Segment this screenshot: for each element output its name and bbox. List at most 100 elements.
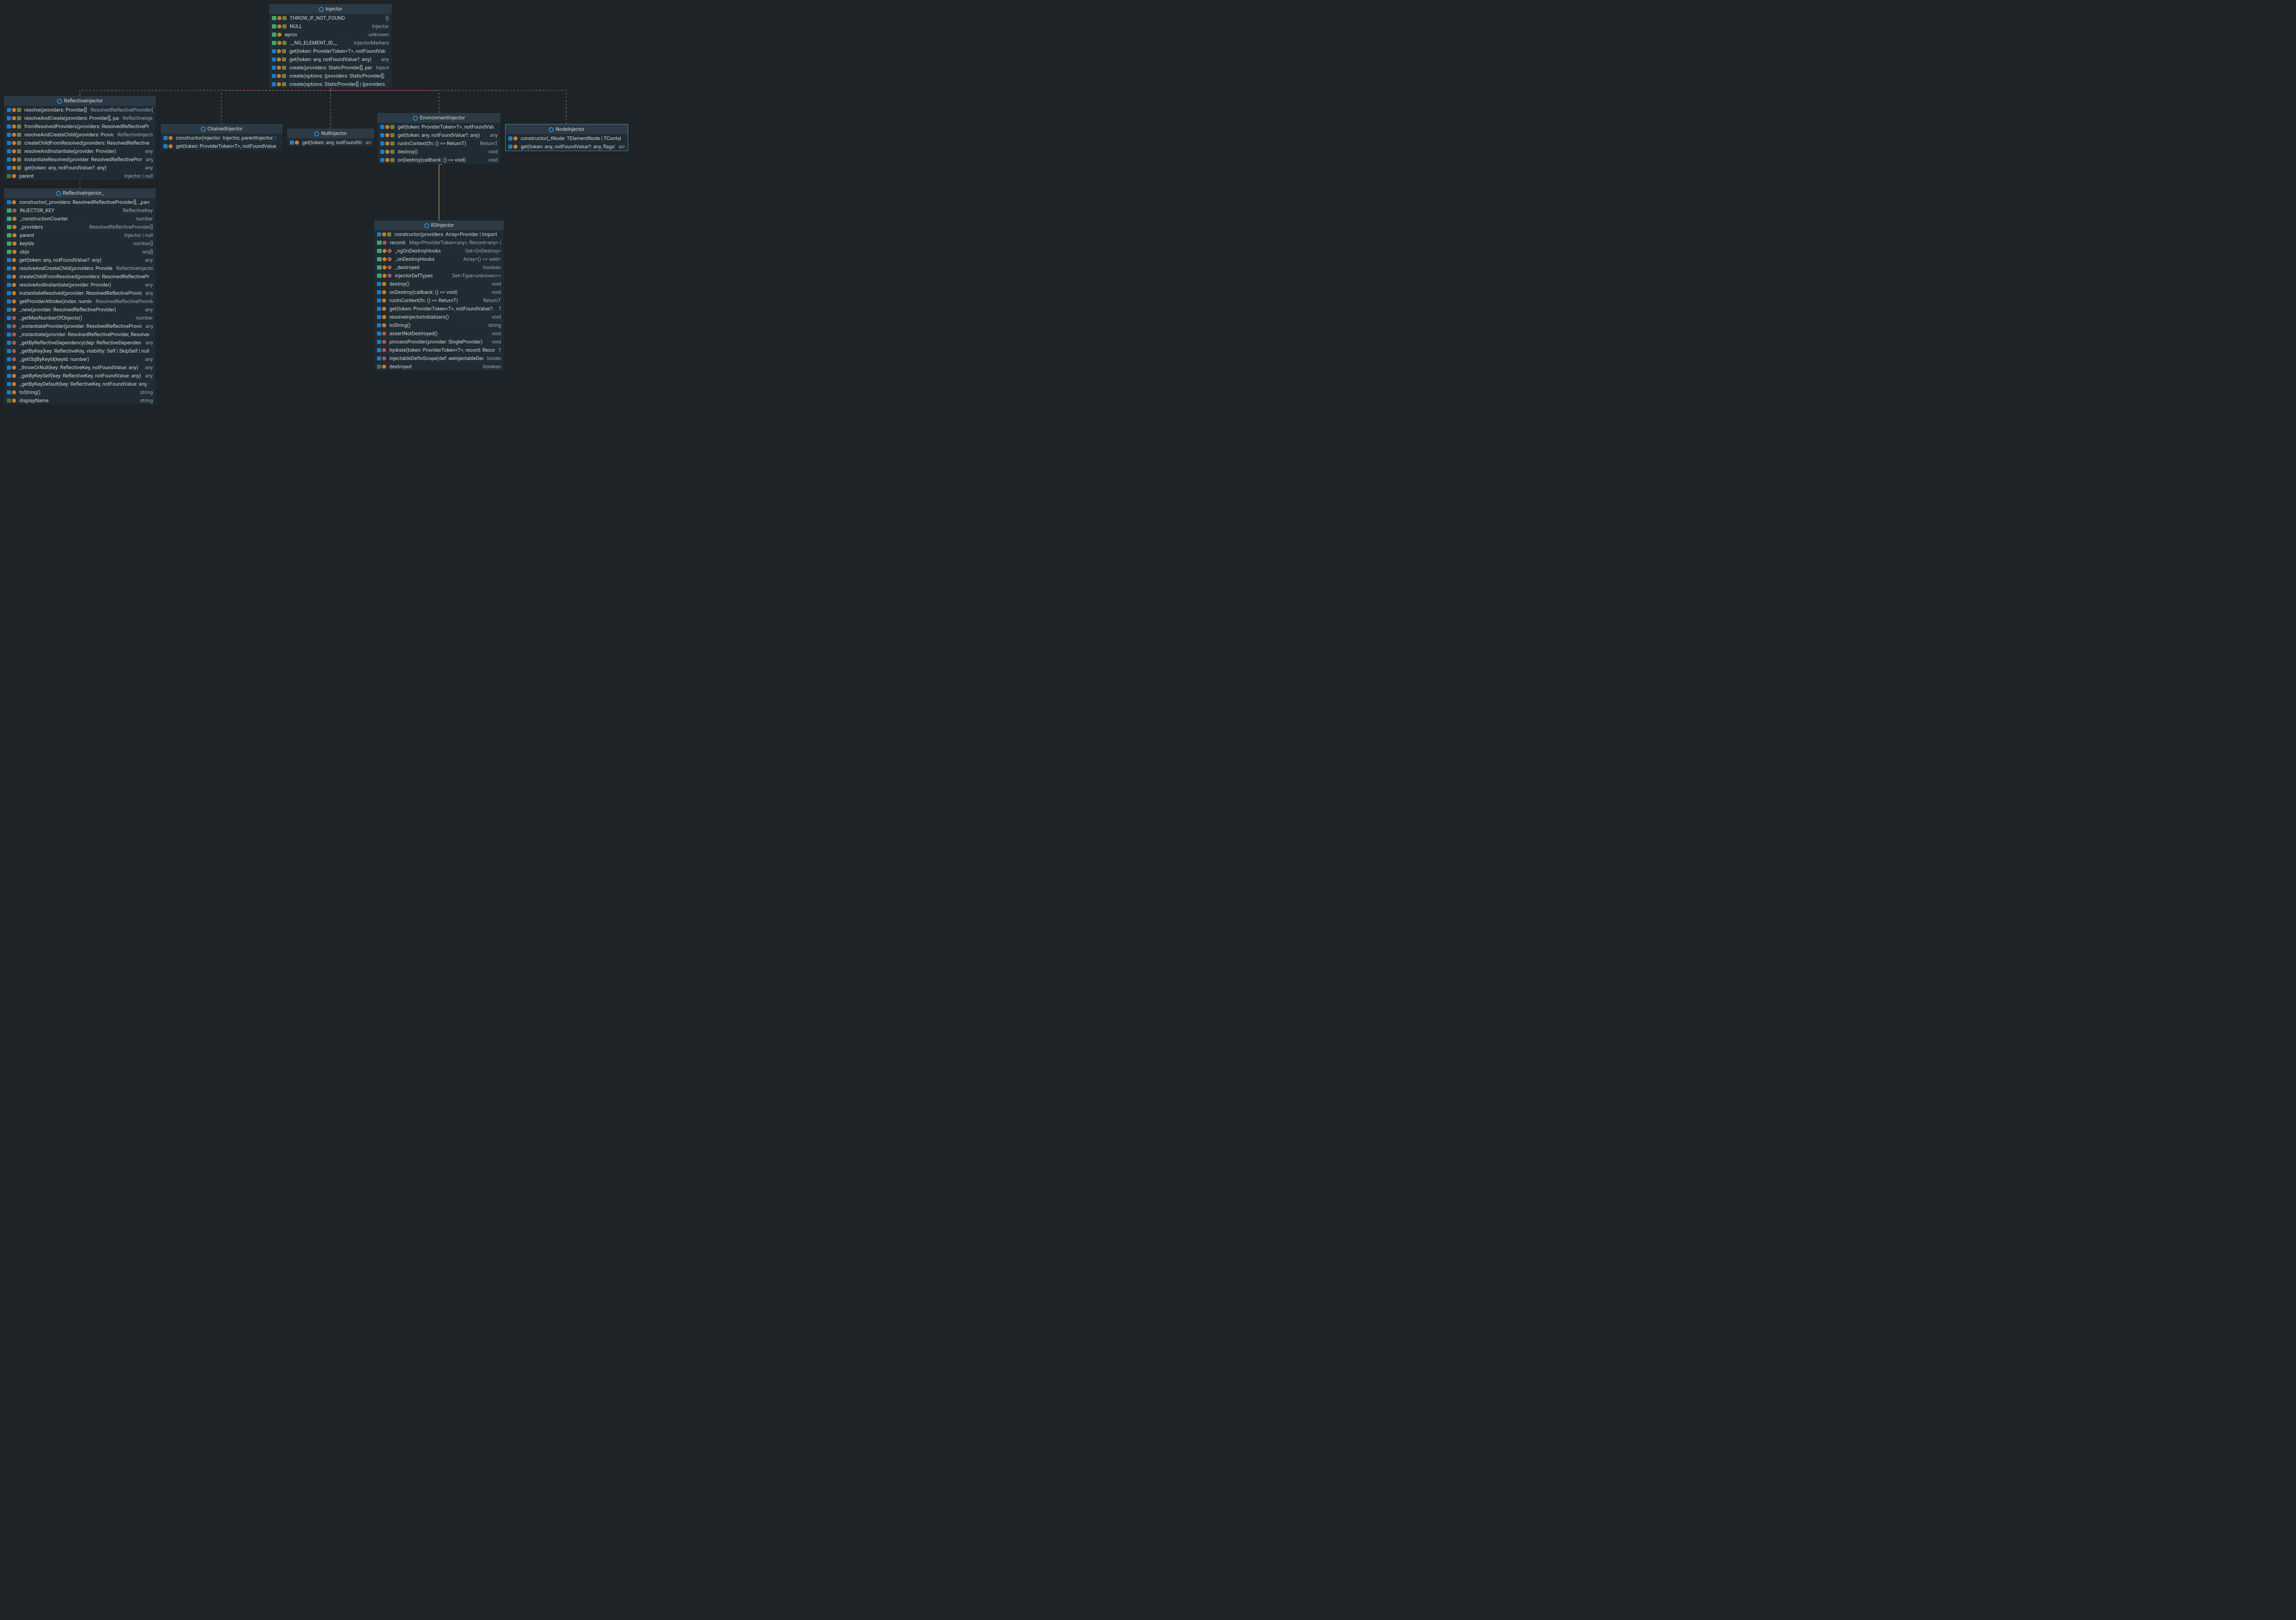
- class-title[interactable]: R3Injector: [374, 220, 504, 230]
- class-member-row[interactable]: onDestroy(callback: () => void)void: [377, 156, 501, 164]
- uml-canvas[interactable]: InjectorTHROW_IF_NOT_FOUND{}NULLInjector…: [0, 0, 630, 402]
- class-member-row[interactable]: runInContext(fn: () => ReturnT)ReturnT: [374, 296, 504, 304]
- class-member-row[interactable]: constructor(_tNode: TElementNode | TCont…: [506, 134, 628, 142]
- class-member-row[interactable]: createChildFromResolved(providers: Resol…: [4, 272, 156, 281]
- class-member-row[interactable]: get(token: ProviderToken<T>, notFoundVal…: [377, 123, 501, 131]
- class-member-row[interactable]: resolveAndCreateChild(providers: Provide…: [4, 264, 156, 272]
- class-member-row[interactable]: get(token: ProviderToken<T>, notFoundVal…: [374, 304, 504, 313]
- class-member-row[interactable]: get(token: any, notFoundValue?: any)any: [4, 163, 156, 172]
- class-title[interactable]: NodeInjector: [506, 124, 628, 134]
- class-member-row[interactable]: assertNotDestroyed()void: [374, 329, 504, 338]
- class-member-row[interactable]: _getByKeyDefault(key: ReflectiveKey, not…: [4, 380, 156, 388]
- class-member-row[interactable]: get(token: any, notFoundValue?: any)any: [377, 131, 501, 139]
- class-box-ReflectiveInjector_[interactable]: ReflectiveInjector_constructor(_provider…: [4, 188, 156, 405]
- class-member-row[interactable]: _instantiateProvider(provider: ResolvedR…: [4, 322, 156, 330]
- class-member-row[interactable]: constructor(_providers: ResolvedReflecti…: [4, 198, 156, 206]
- class-member-row[interactable]: create(providers: StaticProvider[], pare…: [269, 63, 392, 72]
- class-member-row[interactable]: runInContext(fn: () => ReturnT)ReturnT: [377, 139, 501, 147]
- member-icons: [7, 374, 17, 378]
- lock-icon: [382, 365, 386, 369]
- class-box-ReflectiveInjector[interactable]: ReflectiveInjectorresolve(providers: Pro…: [4, 96, 156, 180]
- member-name: get(token: any, notFoundValue?: any): [302, 140, 362, 146]
- class-member-row[interactable]: fromResolvedProviders(providers: Resolve…: [4, 122, 156, 130]
- class-member-row[interactable]: displayNamestring: [4, 396, 156, 405]
- key-icon: [388, 265, 392, 270]
- class-member-row[interactable]: resolveInjectorInitializers()void: [374, 313, 504, 321]
- method-icon: [7, 283, 11, 287]
- class-member-row[interactable]: __NG_ELEMENT_ID__InjectorMarkers: [269, 39, 392, 47]
- class-member-row[interactable]: recordsMap<ProviderToken<any>, Record<an…: [374, 238, 504, 247]
- class-member-row[interactable]: destroyedboolean: [374, 362, 504, 371]
- class-member-row[interactable]: create(options: {providers: StaticProvid…: [269, 72, 392, 80]
- class-box-EnvironmentInjector[interactable]: EnvironmentInjectorget(token: ProviderTo…: [377, 113, 501, 164]
- class-member-row[interactable]: resolveAndCreate(providers: Provider[], …: [4, 114, 156, 122]
- class-member-row[interactable]: resolveAndInstantiate(provider: Provider…: [4, 281, 156, 289]
- class-member-row[interactable]: resolveAndInstantiate(provider: Provider…: [4, 147, 156, 155]
- class-box-R3Injector[interactable]: R3Injectorconstructor(providers: Array<P…: [374, 220, 504, 371]
- class-member-row[interactable]: _new(provider: ResolvedReflectiveProvide…: [4, 305, 156, 314]
- class-member-row[interactable]: _throwOrNull(key: ReflectiveKey, notFoun…: [4, 363, 156, 371]
- class-member-row[interactable]: injectorDefTypesSet<Type<unknown>>: [374, 271, 504, 280]
- member-icons: [7, 166, 22, 170]
- class-member-row[interactable]: _getByReflectiveDependency(dep: Reflecti…: [4, 338, 156, 347]
- class-member-row[interactable]: destroy()void: [377, 147, 501, 156]
- class-member-row[interactable]: get(token: any, notFoundValue?: any, fla…: [506, 142, 628, 151]
- class-box-NullInjector[interactable]: NullInjectorget(token: any, notFoundValu…: [287, 129, 374, 146]
- class-member-row[interactable]: resolveAndCreateChild(providers: Provide…: [4, 130, 156, 139]
- class-member-row[interactable]: get(token: any, notFoundValue?: any)any: [4, 256, 156, 264]
- class-box-NodeInjector[interactable]: NodeInjectorconstructor(_tNode: TElement…: [505, 124, 628, 151]
- class-member-row[interactable]: _getByKey(key: ReflectiveKey, visibility…: [4, 347, 156, 355]
- class-member-row[interactable]: _instantiate(provider: ResolvedReflectiv…: [4, 330, 156, 338]
- class-member-row[interactable]: get(token: any, notFoundValue?: any)any: [269, 55, 392, 63]
- class-member-row[interactable]: parentInjector | null: [4, 231, 156, 239]
- class-member-row[interactable]: _onDestroyHooksArray<() => void>: [374, 255, 504, 263]
- class-member-row[interactable]: get(token: ProviderToken<T>, notFoundVal…: [269, 47, 392, 55]
- class-member-row[interactable]: get(token: any, notFoundValue?: any)any: [287, 138, 374, 146]
- class-member-row[interactable]: onDestroy(callback: () => void)void: [374, 288, 504, 296]
- class-box-ChainedInjector[interactable]: ChainedInjectorconstructor(injector: Inj…: [161, 124, 282, 150]
- method-icon: [380, 125, 384, 129]
- class-member-row[interactable]: instantiateResolved(provider: ResolvedRe…: [4, 155, 156, 163]
- class-title[interactable]: ChainedInjector: [161, 124, 282, 134]
- class-member-row[interactable]: injectableDefInScope(def: ɵɵInjectableDe…: [374, 354, 504, 362]
- class-member-row[interactable]: instantiateResolved(provider: ResolvedRe…: [4, 289, 156, 297]
- class-member-row[interactable]: _providersResolvedReflectiveProvider[]: [4, 223, 156, 231]
- key-icon: [388, 274, 392, 278]
- class-member-row[interactable]: constructor(injector: Injector, parentIn…: [161, 134, 282, 142]
- class-member-row[interactable]: _constructionCounternumber: [4, 214, 156, 223]
- class-member-row[interactable]: toString()string: [4, 388, 156, 396]
- class-member-row[interactable]: destroy()void: [374, 280, 504, 288]
- class-member-row[interactable]: _getByKeySelf(key: ReflectiveKey, notFou…: [4, 371, 156, 380]
- class-member-row[interactable]: _getObjByKeyId(keyId: number)any: [4, 355, 156, 363]
- class-title[interactable]: ReflectiveInjector_: [4, 188, 156, 198]
- class-member-row[interactable]: parentInjector | null: [4, 172, 156, 180]
- class-member-row[interactable]: keyIdsnumber[]: [4, 239, 156, 248]
- class-member-row[interactable]: THROW_IF_NOT_FOUND{}: [269, 14, 392, 22]
- class-member-row[interactable]: INJECTOR_KEYReflectiveKey: [4, 206, 156, 214]
- class-member-row[interactable]: _destroyedboolean: [374, 263, 504, 271]
- class-title[interactable]: NullInjector: [287, 129, 374, 138]
- class-member-row[interactable]: NULLInjector: [269, 22, 392, 30]
- class-member-row[interactable]: objsany[]: [4, 248, 156, 256]
- class-member-row[interactable]: create(options: StaticProvider[] | {prov…: [269, 80, 392, 88]
- class-box-Injector[interactable]: InjectorTHROW_IF_NOT_FOUND{}NULLInjector…: [269, 4, 392, 88]
- class-member-row[interactable]: toString()string: [374, 321, 504, 329]
- class-member-row[interactable]: createChildFromResolved(providers: Resol…: [4, 139, 156, 147]
- class-member-row[interactable]: processProvider(provider: SingleProvider…: [374, 338, 504, 346]
- class-member-row[interactable]: resolve(providers: Provider[])ResolvedRe…: [4, 106, 156, 114]
- member-type: any: [377, 56, 389, 62]
- class-title[interactable]: EnvironmentInjector: [377, 113, 501, 123]
- method-icon: [7, 357, 11, 361]
- class-member-row[interactable]: ɵprovunknown: [269, 30, 392, 39]
- class-member-row[interactable]: get(token: ProviderToken<T>, notFoundVal…: [161, 142, 282, 150]
- class-member-row[interactable]: getProviderAtIndex(index: number)Resolve…: [4, 297, 156, 305]
- class-member-row[interactable]: _getMaxNumberOfObjects()number: [4, 314, 156, 322]
- method-icon: [377, 348, 381, 352]
- key-icon: [388, 257, 392, 261]
- class-member-row[interactable]: constructor(providers: Array<Provider | …: [374, 230, 504, 238]
- class-title[interactable]: ReflectiveInjector: [4, 96, 156, 106]
- class-member-row[interactable]: _ngOnDestroyHooksSet<OnDestroy>: [374, 247, 504, 255]
- class-title[interactable]: Injector: [269, 4, 392, 14]
- class-member-row[interactable]: hydrate(token: ProviderToken<T>, record:…: [374, 346, 504, 354]
- member-icons: [7, 357, 17, 361]
